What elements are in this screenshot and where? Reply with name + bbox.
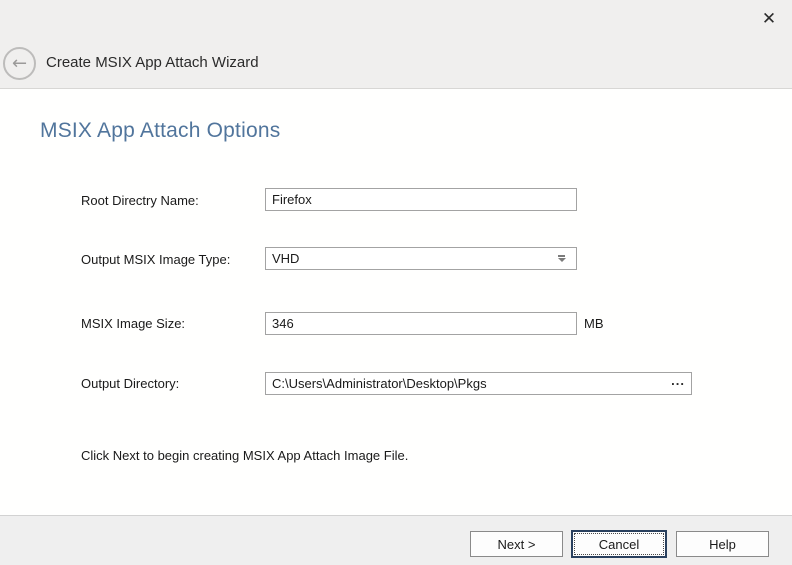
image-size-unit-label: MB: [584, 316, 604, 331]
browse-button[interactable]: ...: [669, 376, 687, 392]
image-size-input[interactable]: [265, 312, 577, 335]
wizard-title: Create MSIX App Attach Wizard: [46, 54, 259, 71]
output-directory-input[interactable]: C:\Users\Administrator\Desktop\Pkgs ...: [265, 372, 692, 395]
wizard-window: ← Create MSIX App Attach Wizard ✕ MSIX A…: [0, 0, 792, 565]
wizard-header: ← Create MSIX App Attach Wizard ✕: [0, 0, 792, 89]
image-size-label: MSIX Image Size:: [81, 316, 185, 331]
image-type-selected-value: VHD: [272, 251, 557, 266]
help-button[interactable]: Help: [676, 531, 769, 557]
page-title: MSIX App Attach Options: [40, 119, 280, 143]
back-button[interactable]: ←: [3, 47, 36, 80]
image-type-label: Output MSIX Image Type:: [81, 252, 230, 267]
output-directory-value: C:\Users\Administrator\Desktop\Pkgs: [272, 376, 669, 391]
root-directory-input[interactable]: [265, 188, 577, 211]
close-icon: ✕: [762, 9, 776, 29]
next-button[interactable]: Next >: [470, 531, 563, 557]
close-button[interactable]: ✕: [756, 6, 782, 32]
output-directory-label: Output Directory:: [81, 376, 179, 391]
instruction-text: Click Next to begin creating MSIX App At…: [81, 448, 408, 463]
cancel-button[interactable]: Cancel: [571, 530, 667, 558]
footer-bar: Next > Cancel Help: [0, 515, 792, 565]
image-type-combobox[interactable]: VHD: [265, 247, 577, 270]
back-arrow-icon: ←: [12, 55, 27, 73]
root-directory-label: Root Directry Name:: [81, 193, 199, 208]
chevron-down-icon[interactable]: [557, 255, 566, 262]
